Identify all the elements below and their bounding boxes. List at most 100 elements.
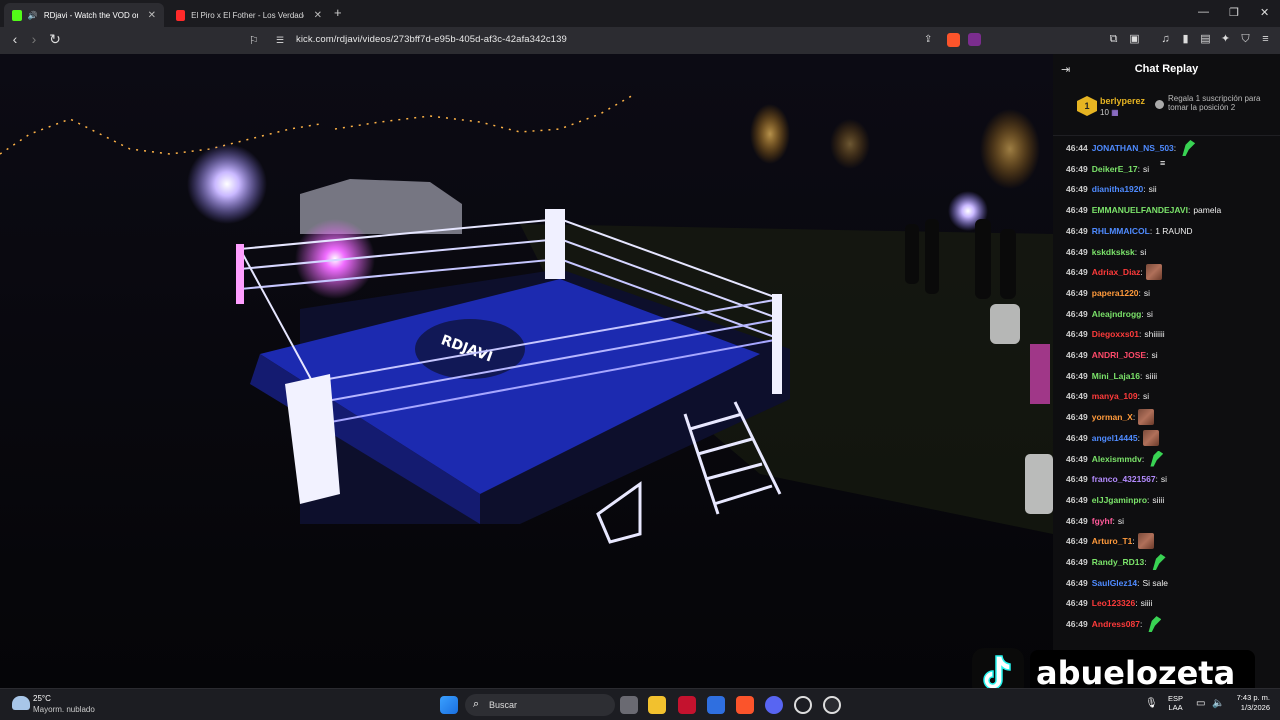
window-close-icon[interactable]: ✕ bbox=[1260, 6, 1269, 19]
temperature[interactable]: 25°C bbox=[33, 694, 51, 703]
wallet-icon[interactable]: ▤ bbox=[1199, 33, 1212, 46]
filter-icon[interactable]: ≡ bbox=[1160, 158, 1165, 168]
clock[interactable]: 7:43 p. m. 1/3/2026 bbox=[1230, 693, 1270, 713]
weather-icon[interactable] bbox=[12, 696, 30, 710]
message-timestamp: 46:49 bbox=[1066, 515, 1088, 526]
volume-icon[interactable]: 🔈 bbox=[1212, 698, 1224, 709]
chat-header: ⇥ Chat Replay bbox=[1053, 54, 1280, 84]
message-separator: : bbox=[1135, 598, 1138, 609]
message-username[interactable]: DeikerE_17 bbox=[1092, 164, 1138, 174]
chat-message: 46:49 elJJgaminpro: siiii bbox=[1066, 490, 1164, 510]
media-icon[interactable]: ♫ bbox=[1159, 33, 1172, 46]
chat-title: Chat Replay bbox=[1134, 63, 1199, 75]
share-icon[interactable]: ⇪ bbox=[924, 34, 932, 45]
close-tab-icon[interactable]: ✕ bbox=[148, 10, 156, 21]
position-icon bbox=[1155, 100, 1164, 109]
app-icon[interactable] bbox=[823, 696, 841, 714]
message-username[interactable]: RHLMMAICOL bbox=[1092, 226, 1150, 236]
message-username[interactable]: Arturo_T1 bbox=[1092, 536, 1133, 546]
kick-favicon-icon bbox=[12, 9, 22, 21]
message-username[interactable]: dianitha1920 bbox=[1092, 184, 1144, 194]
gift-prompt[interactable]: Regala 1 suscripción para tomar la posic… bbox=[1168, 94, 1273, 112]
leader-username[interactable]: berlyperez bbox=[1100, 96, 1145, 106]
brave-browser-icon[interactable] bbox=[736, 696, 754, 714]
message-timestamp: 46:49 bbox=[1066, 453, 1088, 464]
close-tab-icon[interactable]: ✕ bbox=[314, 10, 322, 21]
chat-message: 46:49 dianitha1920: sii bbox=[1066, 179, 1157, 199]
browser-tab-bar: 🔊 RDjavi - Watch the VOD on K ✕ El Piro … bbox=[0, 0, 1280, 27]
message-username[interactable]: Diegoxxs01 bbox=[1092, 329, 1139, 339]
message-username[interactable]: JONATHAN_NS_503 bbox=[1092, 143, 1174, 153]
microphone-icon[interactable]: 🎙 bbox=[1145, 698, 1158, 709]
taskbar-search[interactable]: ⌕ Buscar bbox=[465, 694, 615, 716]
message-username[interactable]: Leo123326 bbox=[1092, 598, 1135, 608]
new-tab-button[interactable]: + bbox=[334, 5, 342, 20]
language-indicator[interactable]: ESP LAA bbox=[1168, 694, 1183, 712]
message-username[interactable]: Andress087 bbox=[1092, 619, 1140, 629]
leo-ai-icon[interactable]: ✦ bbox=[1219, 33, 1232, 46]
monitor-icon[interactable]: ▭ bbox=[1196, 698, 1205, 709]
menu-icon[interactable]: ≡ bbox=[1259, 33, 1272, 46]
message-username[interactable]: fgyhf bbox=[1092, 516, 1113, 526]
message-text: si bbox=[1117, 515, 1125, 526]
message-username[interactable]: SaulGlez14 bbox=[1092, 578, 1137, 588]
message-username[interactable]: Randy_RD13 bbox=[1092, 557, 1144, 567]
message-timestamp: 46:49 bbox=[1066, 494, 1088, 505]
search-placeholder: Buscar bbox=[489, 700, 518, 710]
forward-button[interactable]: › bbox=[25, 31, 43, 47]
reload-button[interactable]: ↻ bbox=[46, 31, 64, 48]
minimize-icon[interactable]: — bbox=[1198, 6, 1209, 18]
message-timestamp: 46:49 bbox=[1066, 308, 1088, 319]
message-username[interactable]: yorman_X bbox=[1092, 412, 1133, 422]
weather-text[interactable]: Mayorm. nublado bbox=[33, 705, 95, 714]
message-timestamp: 46:49 bbox=[1066, 267, 1088, 278]
tab-youtube[interactable]: El Piro x El Fother - Los Verdaderos C ✕ bbox=[168, 3, 330, 27]
brave-rewards-icon[interactable] bbox=[968, 33, 981, 46]
obs-icon[interactable] bbox=[794, 696, 812, 714]
file-explorer-icon[interactable] bbox=[648, 696, 666, 714]
message-username[interactable]: manya_109 bbox=[1092, 391, 1138, 401]
tab-kick[interactable]: 🔊 RDjavi - Watch the VOD on K ✕ bbox=[4, 3, 164, 27]
restore-icon[interactable]: ❐ bbox=[1229, 6, 1239, 19]
url-text[interactable]: kick.com/rdjavi/videos/273bff7d-e95b-405… bbox=[296, 34, 567, 45]
discord-icon[interactable] bbox=[765, 696, 783, 714]
adobe-app-icon[interactable] bbox=[678, 696, 696, 714]
message-username[interactable]: Alexismmdv bbox=[1092, 454, 1142, 464]
message-username[interactable]: Adriax_Diaz bbox=[1092, 267, 1141, 277]
message-separator: : bbox=[1144, 557, 1147, 567]
extensions-icon[interactable]: ⧉ bbox=[1107, 33, 1120, 46]
chat-panel: ⇥ Chat Replay 1 berlyperez 10 ▦ Regala 1… bbox=[1053, 54, 1280, 688]
bookmark-icon[interactable]: ⚐ bbox=[249, 34, 259, 47]
message-username[interactable]: EMMANUELFANDEJAVI bbox=[1092, 205, 1188, 215]
chat-message: 46:49 franco_4321567: si bbox=[1066, 469, 1167, 489]
message-username[interactable]: Mini_Laja16 bbox=[1092, 371, 1140, 381]
message-separator: : bbox=[1141, 308, 1144, 319]
message-username[interactable]: franco_4321567 bbox=[1092, 474, 1156, 484]
message-timestamp: 46:49 bbox=[1066, 246, 1088, 257]
message-text: si bbox=[1142, 163, 1150, 174]
message-username[interactable]: elJJgaminpro bbox=[1092, 495, 1147, 505]
message-text: sii bbox=[1148, 184, 1157, 195]
message-username[interactable]: angel14445 bbox=[1092, 433, 1138, 443]
chat-message: 46:49 Mini_Laja16: siiii bbox=[1066, 366, 1157, 386]
message-separator: : bbox=[1112, 515, 1115, 526]
vpn-icon[interactable]: ⛉ bbox=[1239, 33, 1252, 46]
task-view-icon[interactable] bbox=[620, 696, 638, 714]
site-info-icon[interactable]: ☰ bbox=[276, 35, 284, 46]
windows-start-icon[interactable] bbox=[440, 696, 458, 714]
message-text: siiii bbox=[1145, 370, 1158, 381]
chat-message: 46:49 Arturo_T1: bbox=[1066, 531, 1154, 551]
back-button[interactable]: ‹ bbox=[6, 31, 24, 47]
video-player[interactable]: RDJAVI bbox=[0, 54, 1053, 688]
sidebar-icon[interactable]: ▮ bbox=[1179, 33, 1192, 46]
brave-shield-icon[interactable] bbox=[947, 33, 960, 47]
store-app-icon[interactable] bbox=[707, 696, 725, 714]
message-username[interactable]: ANDRI_JOSE bbox=[1092, 350, 1146, 360]
address-bar[interactable]: ⚐ ☰ kick.com/rdjavi/videos/273bff7d-e95b… bbox=[244, 30, 996, 51]
message-username[interactable]: kskdksksk bbox=[1092, 247, 1135, 257]
message-timestamp: 46:49 bbox=[1066, 536, 1088, 547]
youtube-favicon-icon bbox=[176, 9, 186, 21]
message-username[interactable]: Aleajndrogg bbox=[1092, 309, 1142, 319]
screenshot-icon[interactable]: ▣ bbox=[1128, 33, 1141, 46]
message-username[interactable]: papera1220 bbox=[1092, 288, 1139, 298]
